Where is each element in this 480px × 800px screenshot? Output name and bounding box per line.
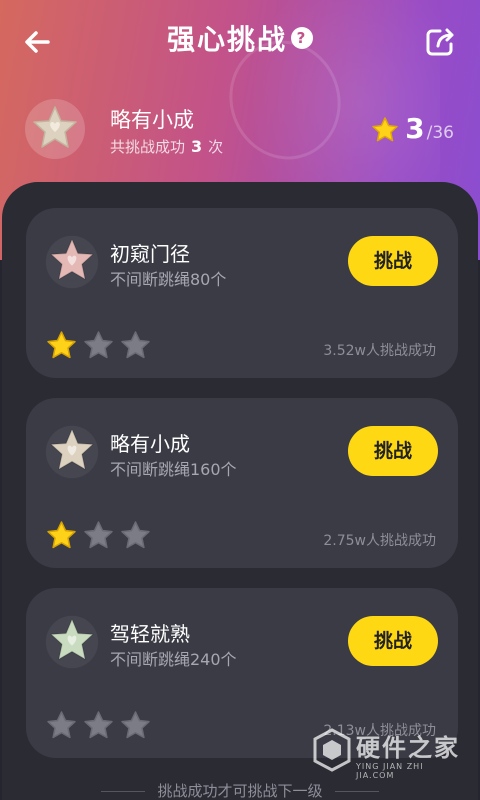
challenge-panel: 初窥门径 不间断跳绳80个 挑战 3.52w人挑战成功 略有小成 不间断跳绳16… — [2, 182, 478, 800]
challenge-description: 不间断跳绳160个 — [110, 460, 237, 479]
level-badge-icon — [44, 234, 100, 290]
footer-hint-text: 挑战成功才可挑战下一级 — [157, 782, 323, 800]
divider — [334, 791, 379, 792]
top-bar: 强心挑战? — [0, 0, 480, 80]
success-count: 2.75w人挑战成功 — [323, 533, 436, 549]
star-rating — [46, 710, 151, 740]
site-watermark: 硬件之家 YING JIAN ZHI JIA.COM — [312, 726, 462, 786]
share-button[interactable] — [420, 22, 460, 62]
challenge-description: 不间断跳绳240个 — [110, 650, 237, 669]
star-empty-icon — [47, 711, 76, 739]
summary-count: 3 — [191, 137, 203, 156]
star-icon — [372, 117, 398, 142]
footer-hint: 挑战成功才可挑战下一级 — [0, 780, 480, 800]
watermark-title: 硬件之家 — [356, 734, 460, 762]
help-icon[interactable]: ? — [291, 27, 313, 49]
star-rating — [46, 520, 151, 550]
summary-suffix: 次 — [208, 138, 224, 156]
share-icon — [426, 28, 454, 56]
star-empty-icon — [121, 711, 150, 739]
star-filled-icon — [47, 521, 76, 549]
challenge-description: 不间断跳绳80个 — [110, 270, 227, 289]
challenge-button[interactable]: 挑战 — [348, 616, 438, 666]
page-title-text: 强心挑战 — [166, 23, 287, 56]
star-empty-icon — [84, 331, 113, 359]
star-rating — [46, 330, 151, 360]
current-rank-name: 略有小成 — [110, 108, 194, 132]
star-empty-icon — [121, 331, 150, 359]
challenge-name: 驾轻就熟 — [110, 622, 190, 646]
divider — [101, 791, 146, 792]
star-medal-icon — [25, 99, 85, 159]
challenge-button[interactable]: 挑战 — [348, 426, 438, 476]
level-badge-icon — [44, 614, 100, 670]
stars-earned: 3 — [405, 112, 425, 145]
challenge-name: 略有小成 — [110, 432, 190, 456]
challenge-success-summary: 共挑战成功 3 次 — [110, 136, 223, 157]
watermark-logo-icon — [313, 728, 351, 772]
challenge-button[interactable]: 挑战 — [348, 236, 438, 286]
challenge-name: 初窥门径 — [110, 242, 190, 266]
star-empty-icon — [84, 521, 113, 549]
current-rank-badge — [24, 98, 86, 160]
stars-total: 3 /36 — [371, 112, 454, 148]
watermark-subtitle: YING JIAN ZHI JIA.COM — [356, 762, 424, 780]
challenge-card: 初窥门径 不间断跳绳80个 挑战 3.52w人挑战成功 — [26, 208, 458, 378]
stars-total-count: /36 — [426, 123, 454, 143]
success-count: 3.52w人挑战成功 — [323, 343, 436, 359]
star-empty-icon — [84, 711, 113, 739]
page-title: 强心挑战? — [0, 20, 480, 60]
challenge-card: 略有小成 不间断跳绳160个 挑战 2.75w人挑战成功 — [26, 398, 458, 568]
star-filled-icon — [47, 331, 76, 359]
star-empty-icon — [121, 521, 150, 549]
level-badge-icon — [44, 424, 100, 480]
summary-prefix: 共挑战成功 — [110, 138, 186, 156]
